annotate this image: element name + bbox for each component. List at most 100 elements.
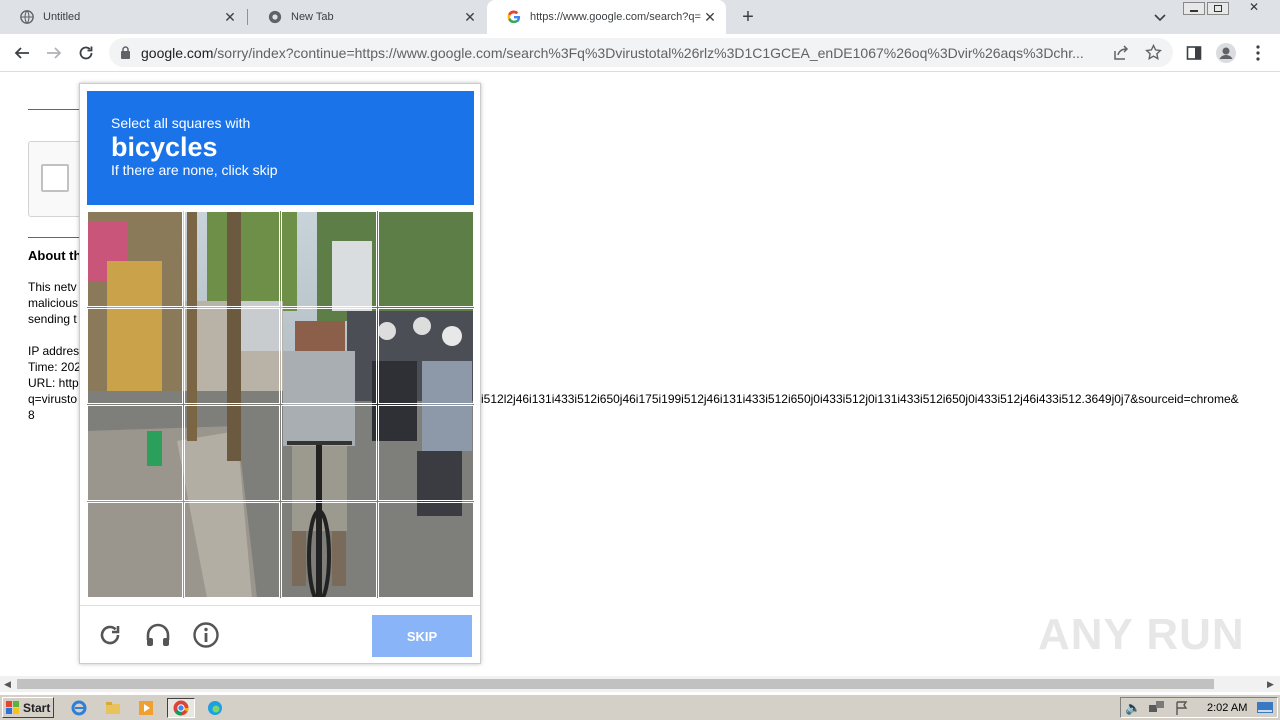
tab-new-tab[interactable]: New Tab ✕ xyxy=(248,0,486,34)
forward-button[interactable] xyxy=(43,42,65,64)
profile-button[interactable] xyxy=(1215,42,1237,64)
network-icon[interactable] xyxy=(1149,701,1165,715)
url-line: URL: http xyxy=(28,376,79,390)
clock: 2:02 AM xyxy=(1207,702,1248,714)
tab-strip: Untitled ✕ New Tab ✕ https://www.google.… xyxy=(0,0,1280,34)
recaptcha-checkbox[interactable] xyxy=(41,164,69,192)
close-tab-icon[interactable]: ✕ xyxy=(702,9,718,25)
reload-icon[interactable] xyxy=(96,621,124,649)
windows-logo-icon xyxy=(6,700,19,714)
side-panel-button[interactable] xyxy=(1183,42,1205,64)
watermark: ANY RUN xyxy=(1038,610,1245,659)
address-bar[interactable]: google.com/sorry/index?continue=https://… xyxy=(109,38,1173,67)
edge-icon xyxy=(208,701,222,715)
captcha-hint: If there are none, click skip xyxy=(111,162,278,178)
captcha-tile[interactable] xyxy=(87,308,183,404)
chrome-icon xyxy=(268,10,282,24)
captcha-tile[interactable] xyxy=(378,502,474,598)
arrow-right-icon xyxy=(47,47,62,59)
divider xyxy=(28,237,80,238)
tab-search-button[interactable] xyxy=(1152,9,1168,25)
side-panel-icon xyxy=(1186,46,1202,60)
scroll-left-icon[interactable]: ◀ xyxy=(4,679,11,690)
scrollbar-thumb[interactable] xyxy=(17,679,1214,689)
query-line-start: q=virusto xyxy=(28,392,78,406)
tab-untitled[interactable]: Untitled ✕ xyxy=(0,0,246,34)
windows-taskbar: Start 🔈 2:02 AM xyxy=(0,694,1280,720)
show-desktop-icon[interactable] xyxy=(1257,701,1273,715)
flag-icon[interactable] xyxy=(1175,701,1189,715)
horizontal-scrollbar[interactable]: ◀ ▶ xyxy=(0,676,1280,692)
captcha-tile[interactable] xyxy=(281,308,377,404)
captcha-tile[interactable] xyxy=(184,405,280,501)
globe-icon xyxy=(20,10,34,24)
lock-icon xyxy=(121,46,130,59)
query-line-tail: i512l2j46i131i433i512i650j46i175i199i512… xyxy=(481,392,1239,406)
menu-button[interactable] xyxy=(1247,42,1269,64)
restore-button[interactable] xyxy=(1207,2,1229,15)
captcha-tile[interactable] xyxy=(281,502,377,598)
close-tab-icon[interactable]: ✕ xyxy=(462,9,478,25)
tab-title: Untitled xyxy=(43,11,81,23)
explorer-quicklaunch[interactable] xyxy=(102,698,124,718)
captcha-tile[interactable] xyxy=(184,502,280,598)
scroll-right-icon[interactable]: ▶ xyxy=(1267,679,1274,690)
new-tab-button[interactable]: + xyxy=(738,7,758,27)
skip-button[interactable]: SKIP xyxy=(372,615,472,657)
arrow-left-icon xyxy=(14,47,29,59)
captcha-tile[interactable] xyxy=(87,211,183,307)
headphones-icon[interactable] xyxy=(144,621,172,649)
start-button[interactable]: Start xyxy=(2,697,54,718)
about-heading: About th xyxy=(28,248,82,263)
page-content: About th This netv malicious sending t I… xyxy=(0,72,1280,676)
internet-explorer-icon xyxy=(71,700,87,716)
restore-icon xyxy=(1214,5,1222,12)
query-line-end: 8 xyxy=(28,408,35,422)
captcha-header: Select all squares with bicycles If ther… xyxy=(87,91,474,205)
info-icon[interactable] xyxy=(192,621,220,649)
ie-quicklaunch[interactable] xyxy=(68,698,90,718)
captcha-tile[interactable] xyxy=(281,405,377,501)
avatar-icon xyxy=(1216,43,1236,63)
minimize-button[interactable] xyxy=(1183,2,1205,15)
close-tab-icon[interactable]: ✕ xyxy=(222,9,238,25)
tab-google-search[interactable]: https://www.google.com/search?q= ✕ xyxy=(487,0,726,34)
bookmark-star-icon[interactable] xyxy=(1145,44,1162,61)
captcha-tile[interactable] xyxy=(87,502,183,598)
url-text: google.com/sorry/index?continue=https://… xyxy=(141,45,1101,61)
edge-quicklaunch[interactable] xyxy=(204,698,226,718)
captcha-target: bicycles xyxy=(111,132,218,162)
chevron-down-icon xyxy=(1154,14,1166,22)
chrome-task-button[interactable] xyxy=(167,698,195,718)
reload-icon xyxy=(79,46,93,60)
captcha-tile[interactable] xyxy=(184,308,280,404)
close-window-button[interactable]: ✕ xyxy=(1243,0,1265,15)
start-label: Start xyxy=(23,700,51,715)
chrome-icon xyxy=(173,700,189,716)
paragraph-line: This netv xyxy=(28,280,77,294)
media-player-quicklaunch[interactable] xyxy=(135,698,157,718)
captcha-instruction: Select all squares with xyxy=(111,115,251,131)
folder-icon xyxy=(106,702,120,714)
back-button[interactable] xyxy=(11,42,33,64)
share-icon[interactable] xyxy=(1113,45,1129,61)
captcha-tile[interactable] xyxy=(378,308,474,404)
paragraph-line: sending t xyxy=(28,312,77,326)
time-line: Time: 202 xyxy=(28,360,81,374)
captcha-tile[interactable] xyxy=(184,211,280,307)
captcha-tile[interactable] xyxy=(87,405,183,501)
url-path: /sorry/index?continue=https://www.google… xyxy=(213,45,1084,61)
google-icon xyxy=(507,10,521,24)
volume-icon[interactable]: 🔈 xyxy=(1125,700,1141,716)
captcha-tile[interactable] xyxy=(281,211,377,307)
paragraph-line: malicious xyxy=(28,296,79,310)
divider xyxy=(28,109,80,110)
captcha-tile[interactable] xyxy=(378,211,474,307)
captcha-tile[interactable] xyxy=(378,405,474,501)
captcha-footer: SKIP xyxy=(80,605,480,663)
captcha-image-grid xyxy=(87,211,474,598)
reload-button[interactable] xyxy=(75,42,97,64)
tab-title: New Tab xyxy=(291,11,334,23)
tab-title: https://www.google.com/search?q= xyxy=(530,11,701,23)
minimize-icon xyxy=(1190,10,1198,12)
